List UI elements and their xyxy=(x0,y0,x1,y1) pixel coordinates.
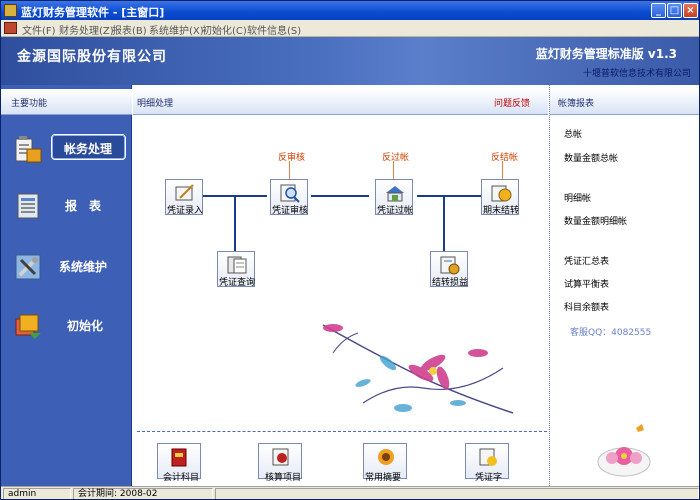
product-name: 蓝灯财务管理标准版 v1.3 xyxy=(535,47,677,61)
title-bar[interactable]: 蓝灯财务管理软件 - [主窗口] _ □ × xyxy=(1,1,699,20)
tools-icon xyxy=(15,254,41,280)
vendor-name: 十堰普软信息技术有限公司 xyxy=(582,69,691,79)
right-panel: 帐簿报表 总帐 数量金额总帐 明细帐 数量金额明细帐 凭证汇总表 试算平衡表 科… xyxy=(549,85,699,486)
menu-bar: 文件(F) 财务处理(Z) 报表(B) 系统维护(X) 初始化(C) 软件信息(… xyxy=(1,20,699,37)
flower-bowl-decoration xyxy=(597,424,651,477)
right-panel-header: 帐簿报表 xyxy=(550,89,699,115)
status-period: 会计期间: 2008-02 xyxy=(73,488,213,499)
left-panel-header: 主要功能 xyxy=(1,89,132,115)
center-panel: 明细处理 问题反馈 反审核 反过帐 反结帐 凭证录入 凭证审核 凭证过帐 期末结… xyxy=(133,85,548,486)
accounting-items-icon xyxy=(272,448,289,466)
unpost-link[interactable]: 反过帐 xyxy=(382,150,409,163)
nav-item-init[interactable]: 初始化 xyxy=(7,309,129,343)
voucher-review-button[interactable]: 凭证审核 xyxy=(270,179,309,216)
feedback-link[interactable]: 问题反馈 xyxy=(494,96,530,109)
period-close-label: 期末结转 xyxy=(483,206,520,216)
voucher-query-label: 凭证查询 xyxy=(219,278,256,288)
profit-transfer-button[interactable]: 结转损益 xyxy=(430,251,469,288)
menu-init[interactable]: 初始化(C) xyxy=(202,22,247,37)
maximize-button[interactable]: □ xyxy=(667,3,682,18)
unreview-link[interactable]: 反审核 xyxy=(278,150,305,163)
posting-icon xyxy=(386,186,404,202)
magnifier-icon xyxy=(280,184,300,203)
menu-about[interactable]: 软件信息(S) xyxy=(247,22,301,37)
sunflower-icon xyxy=(378,449,394,465)
period-close-button[interactable]: 期末结转 xyxy=(481,179,520,216)
voucher-type-label: 凭证字 xyxy=(475,473,503,483)
main-window: 蓝灯财务管理软件 - [主窗口] _ □ × 文件(F) 财务处理(Z) 报表(… xyxy=(0,0,700,500)
flow-line xyxy=(417,195,481,197)
period-close-icon xyxy=(491,185,512,202)
center-panel-header: 明细处理 问题反馈 xyxy=(133,89,548,115)
left-panel-title: 主要功能 xyxy=(11,99,48,109)
left-nav-panel: 主要功能 帐务处理 报 表 系统维护 初始化 xyxy=(1,85,132,486)
summary-label: 常用摘要 xyxy=(365,473,402,483)
window-title: 蓝灯财务管理软件 - [主窗口] xyxy=(21,6,165,19)
flow-line xyxy=(311,195,369,197)
nav-item-ledger[interactable]: 帐务处理 xyxy=(7,133,129,167)
accounting-items-label: 核算项目 xyxy=(265,473,302,483)
report-link-detail-ledger[interactable]: 明细帐 xyxy=(564,191,591,204)
report-icon xyxy=(17,193,39,219)
nav-item-system[interactable]: 系统维护 xyxy=(7,250,129,284)
voucher-review-label: 凭证审核 xyxy=(272,206,309,216)
voucher-post-button[interactable]: 凭证过帐 xyxy=(375,179,414,216)
status-message xyxy=(215,488,699,499)
app-icon xyxy=(4,4,17,17)
voucher-query-button[interactable]: 凭证查询 xyxy=(217,251,256,288)
status-user: admin xyxy=(3,488,71,499)
menu-finance[interactable]: 财务处理(Z) xyxy=(59,22,114,37)
nav-label-init: 初始化 xyxy=(67,319,104,333)
minimize-button[interactable]: _ xyxy=(651,3,666,18)
profit-transfer-label: 结转损益 xyxy=(432,278,469,288)
reverse-connector xyxy=(502,161,503,179)
report-link-trial-balance[interactable]: 试算平衡表 xyxy=(564,277,609,290)
voucher-query-icon xyxy=(227,256,247,274)
report-link-qty-detail-ledger[interactable]: 数量金额明细帐 xyxy=(564,214,627,227)
voucher-entry-button[interactable]: 凭证录入 xyxy=(165,179,204,216)
status-bar: admin 会计期间: 2008-02 xyxy=(1,486,699,499)
header-banner: 金源国际股份有限公司 蓝灯财务管理标准版 v1.3 十堰普软信息技术有限公司 xyxy=(1,37,699,85)
nav-label-ledger: 帐务处理 xyxy=(64,142,113,156)
menu-app-icon xyxy=(4,22,17,34)
close-button[interactable]: × xyxy=(683,3,698,18)
section-divider xyxy=(137,431,547,432)
voucher-type-icon xyxy=(479,448,497,466)
reverse-connector xyxy=(393,161,394,179)
menu-report[interactable]: 报表(B) xyxy=(112,22,147,37)
accounts-book-icon xyxy=(171,448,187,467)
init-icon xyxy=(15,314,41,339)
menu-system[interactable]: 系统维护(X) xyxy=(149,22,204,37)
center-panel-title: 明细处理 xyxy=(137,99,174,109)
report-link-general-ledger[interactable]: 总帐 xyxy=(564,127,582,140)
nav-label-report: 报 表 xyxy=(65,199,102,213)
voucher-post-label: 凭证过帐 xyxy=(377,206,414,216)
flower-decoration xyxy=(322,324,514,414)
company-name: 金源国际股份有限公司 xyxy=(17,49,167,65)
ledger-icon xyxy=(15,136,42,163)
voucher-entry-icon xyxy=(175,184,194,201)
nav-item-report[interactable]: 报 表 xyxy=(7,189,129,223)
report-link-account-balance[interactable]: 科目余额表 xyxy=(564,300,609,313)
menu-file[interactable]: 文件(F) xyxy=(22,22,56,37)
right-panel-title: 帐簿报表 xyxy=(558,99,595,109)
unclose-link[interactable]: 反结帐 xyxy=(491,150,518,163)
nav-label-system: 系统维护 xyxy=(59,260,108,274)
accounts-label: 会计科目 xyxy=(163,473,200,483)
support-qq: 客服QQ：4082555 xyxy=(570,328,652,338)
reverse-connector xyxy=(289,161,290,179)
profit-transfer-icon xyxy=(440,256,460,275)
voucher-entry-label: 凭证录入 xyxy=(167,206,204,216)
report-link-qty-general-ledger[interactable]: 数量金额总帐 xyxy=(564,151,618,164)
report-link-voucher-summary[interactable]: 凭证汇总表 xyxy=(564,254,609,267)
